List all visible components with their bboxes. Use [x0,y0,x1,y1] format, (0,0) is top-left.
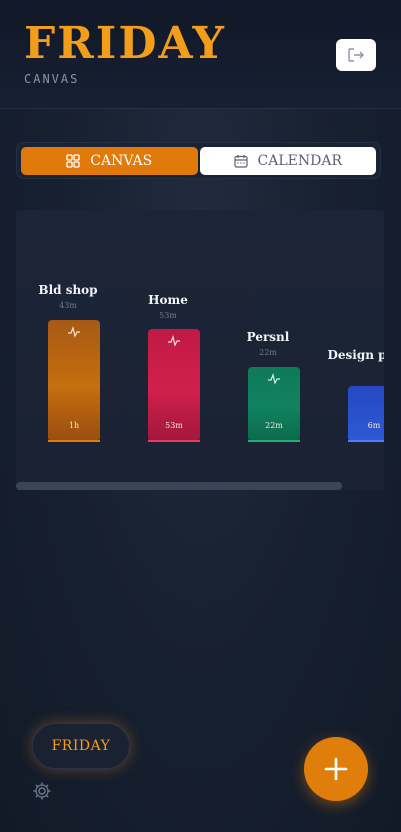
scrollbar-thumb[interactable] [16,482,342,490]
column-subtitle: 22m [259,348,277,357]
calendar-icon [233,155,248,168]
logout-button[interactable] [336,39,376,71]
column-title: Home [148,293,188,307]
column-duration: 1h [68,421,80,430]
app-title: FRIDAY [24,18,226,69]
plus-icon [324,757,348,781]
gear-icon [33,782,51,800]
column-bar[interactable]: 22m [248,367,300,440]
tab-calendar[interactable]: CALENDAR [199,147,376,175]
column-bar[interactable]: 53m [148,329,200,440]
column-duration: 53m [165,421,183,430]
tab-calendar-label: CALENDAR [257,153,342,169]
column-title: Design plans. [327,348,384,362]
column-underline [148,440,200,442]
tab-canvas-label: CANVAS [90,153,153,169]
logout-icon [348,48,364,62]
column-underline [348,440,384,442]
column-subtitle: 43m [59,301,77,310]
column-bar[interactable]: 6m [348,386,384,440]
column-underline [48,440,100,442]
column-duration: 6m [367,421,381,430]
canvas-board: Bld shop 43m 1h Home 53m 53m Persnl 22m … [16,210,384,490]
column-bar[interactable]: 1h [48,320,100,440]
view-tabs: CANVAS CALENDAR [16,142,381,179]
column-duration: 22m [265,421,283,430]
friday-assistant-button[interactable]: FRIDAY [32,723,130,769]
tab-canvas[interactable]: CANVAS [21,147,198,175]
canvas-scrollbar[interactable] [16,482,384,490]
activity-icon [68,326,80,338]
column-underline [248,440,300,442]
app-header: FRIDAY CANVAS [0,0,401,109]
column-title: Bld shop [38,283,98,297]
column-subtitle: 53m [159,311,177,320]
add-button[interactable] [304,737,368,801]
activity-icon [168,335,180,347]
column-title: Persnl [246,330,290,344]
settings-button[interactable] [32,781,52,801]
app-subtitle: CANVAS [24,72,80,86]
grid-icon [66,154,80,168]
activity-icon [268,373,280,385]
